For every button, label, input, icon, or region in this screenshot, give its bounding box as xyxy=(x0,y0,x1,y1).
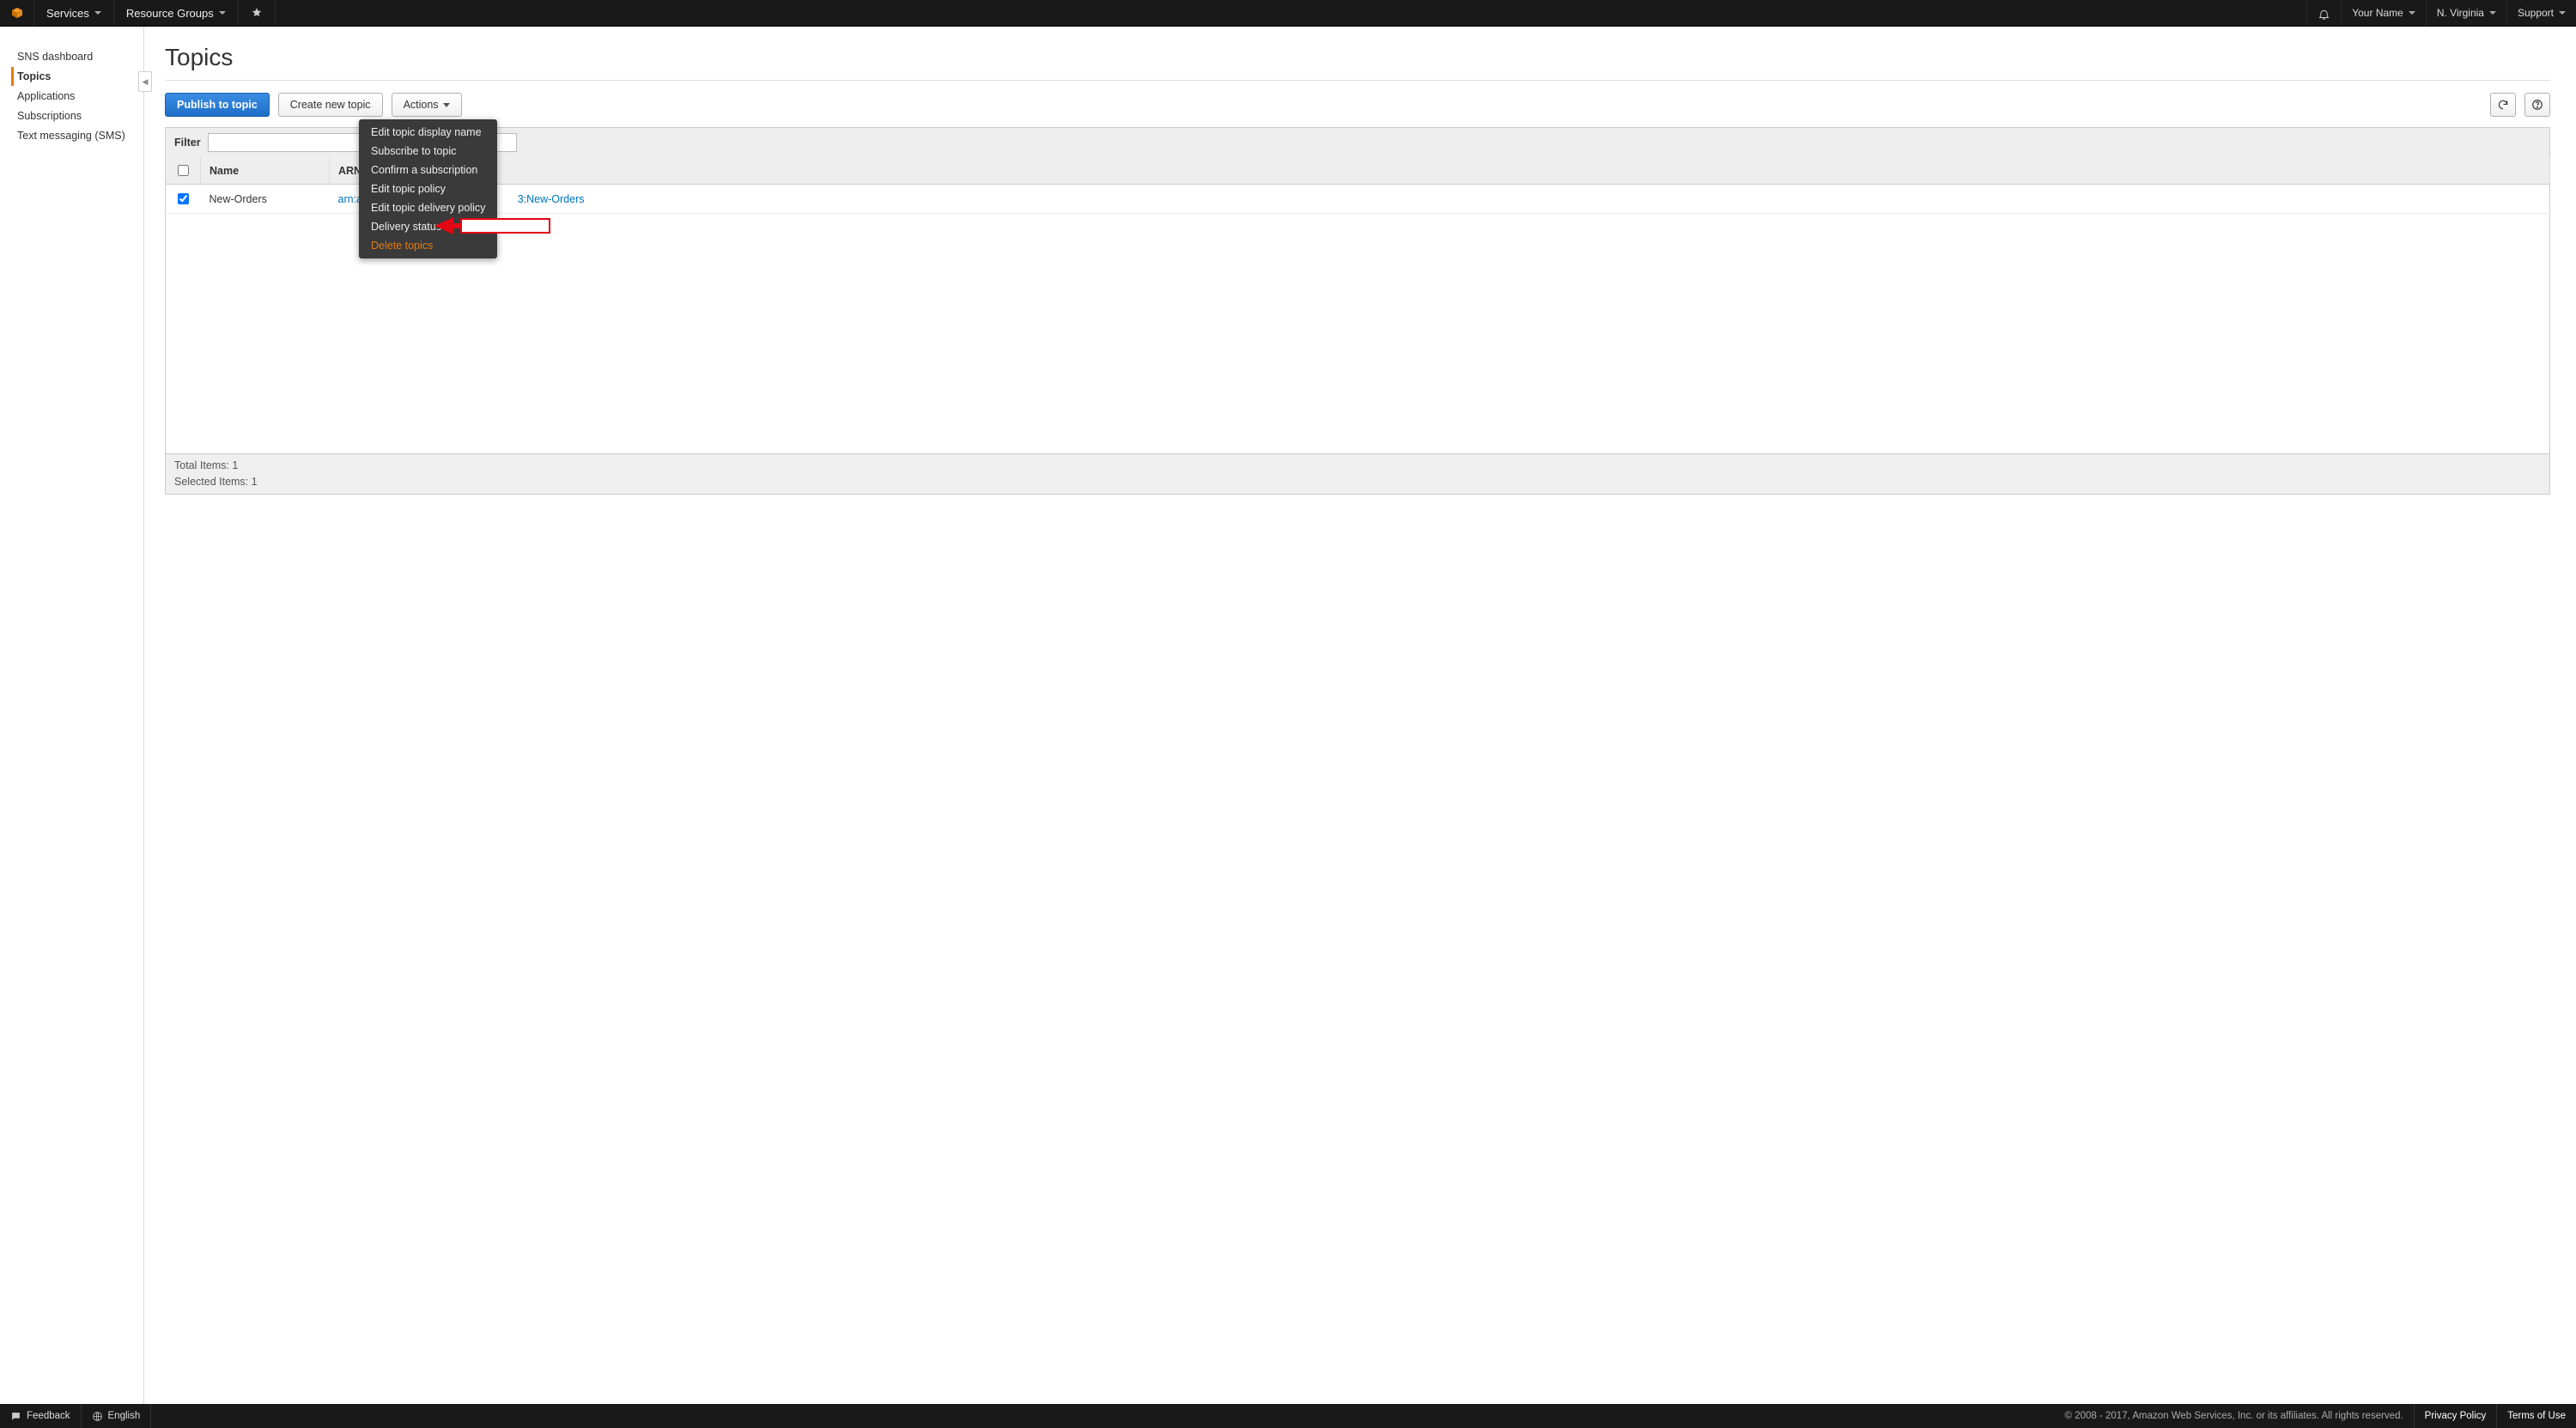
actions-menu: Edit topic display nameSubscribe to topi… xyxy=(359,119,497,258)
publish-label: Publish to topic xyxy=(177,99,258,111)
actions-menu-item-delete-topics[interactable]: Delete topics xyxy=(359,236,497,255)
caret-down-icon xyxy=(443,103,450,107)
footer-language[interactable]: English xyxy=(82,1404,152,1428)
filter-label: Filter xyxy=(174,137,201,149)
nav-support-label: Support xyxy=(2518,7,2554,19)
page-title: Topics xyxy=(165,44,2550,71)
col-arn-header[interactable]: ARN xyxy=(330,157,2550,185)
row-name: New-Orders xyxy=(201,185,330,214)
total-items-value: 1 xyxy=(232,459,238,471)
actions-label: Actions xyxy=(404,99,439,111)
sidebar-collapse-toggle[interactable]: ◀ xyxy=(138,71,152,92)
action-bar: Publish to topic Create new topic Action… xyxy=(165,93,2550,117)
nav-notifications-icon[interactable] xyxy=(2306,0,2341,26)
nav-pin-icon[interactable] xyxy=(239,0,276,26)
row-checkbox[interactable] xyxy=(178,193,189,204)
status-bar: Total Items: 1 Selected Items: 1 xyxy=(165,454,2550,495)
caret-down-icon xyxy=(2559,11,2566,15)
actions-menu-item-edit-topic-policy[interactable]: Edit topic policy xyxy=(359,179,497,198)
actions-menu-item-confirm-a-subscription[interactable]: Confirm a subscription xyxy=(359,161,497,179)
sidebar-item-applications[interactable]: Applications xyxy=(14,87,143,106)
nav-resource-groups[interactable]: Resource Groups xyxy=(114,0,239,26)
sidebar: ◀ SNS dashboardTopicsApplicationsSubscri… xyxy=(0,27,144,1404)
nav-region-label: N. Virginia xyxy=(2437,7,2484,19)
actions-menu-item-edit-topic-delivery-policy[interactable]: Edit topic delivery policy xyxy=(359,198,497,217)
footer-language-label: English xyxy=(108,1411,141,1421)
caret-down-icon xyxy=(2409,11,2415,15)
aws-logo[interactable] xyxy=(0,0,34,26)
nav-services-label: Services xyxy=(46,7,89,20)
footer-feedback-label: Feedback xyxy=(27,1411,70,1421)
nav-region[interactable]: N. Virginia xyxy=(2426,0,2506,26)
selected-items-label: Selected Items: xyxy=(174,476,248,488)
top-nav: Services Resource Groups Your Name N. Vi… xyxy=(0,0,2576,27)
publish-to-topic-button[interactable]: Publish to topic xyxy=(165,93,270,117)
selected-items-value: 1 xyxy=(252,476,258,488)
table-empty-area xyxy=(165,214,2550,454)
actions-menu-item-subscribe-to-topic[interactable]: Subscribe to topic xyxy=(359,142,497,161)
filter-bar: Filter xyxy=(165,127,2550,157)
nav-resource-groups-label: Resource Groups xyxy=(126,7,214,20)
total-items-label: Total Items: xyxy=(174,459,229,471)
footer-feedback[interactable]: Feedback xyxy=(0,1404,82,1428)
topics-table: Name ARN New-Ordersarn:aws:sns:us-east-1… xyxy=(165,157,2550,214)
select-all-checkbox[interactable] xyxy=(178,165,189,176)
table-row[interactable]: New-Ordersarn:aws:sns:us-east-1:12345678… xyxy=(166,185,2550,214)
sidebar-item-topics[interactable]: Topics xyxy=(11,67,143,86)
footer-terms-link[interactable]: Terms of Use xyxy=(2496,1404,2576,1428)
nav-services[interactable]: Services xyxy=(34,0,114,26)
nav-account-label: Your Name xyxy=(2352,7,2403,19)
nav-support[interactable]: Support xyxy=(2506,0,2576,26)
main-content: Topics Publish to topic Create new topic… xyxy=(144,27,2576,1404)
footer: Feedback English © 2008 - 2017, Amazon W… xyxy=(0,1404,2576,1428)
actions-menu-item-delivery-status[interactable]: Delivery status xyxy=(359,217,497,236)
col-name-header[interactable]: Name xyxy=(201,157,330,185)
caret-down-icon xyxy=(2489,11,2496,15)
actions-dropdown-button[interactable]: Actions xyxy=(392,93,462,117)
row-arn[interactable]: arn:aws:sns:us-east-1:1234567890123:New-… xyxy=(330,185,2550,214)
sidebar-item-subscriptions[interactable]: Subscriptions xyxy=(14,106,143,125)
caret-down-icon xyxy=(219,11,226,15)
sidebar-item-text-messaging-sms-[interactable]: Text messaging (SMS) xyxy=(14,126,143,145)
sidebar-item-sns-dashboard[interactable]: SNS dashboard xyxy=(14,47,143,66)
create-new-topic-button[interactable]: Create new topic xyxy=(278,93,383,117)
nav-account[interactable]: Your Name xyxy=(2341,0,2426,26)
actions-menu-item-edit-topic-display-name[interactable]: Edit topic display name xyxy=(359,123,497,142)
create-label: Create new topic xyxy=(290,99,371,111)
footer-copyright: © 2008 - 2017, Amazon Web Services, Inc.… xyxy=(2055,1411,2414,1421)
caret-down-icon xyxy=(94,11,101,15)
help-button[interactable] xyxy=(2524,93,2550,117)
footer-privacy-link[interactable]: Privacy Policy xyxy=(2414,1404,2497,1428)
refresh-button[interactable] xyxy=(2490,93,2516,117)
